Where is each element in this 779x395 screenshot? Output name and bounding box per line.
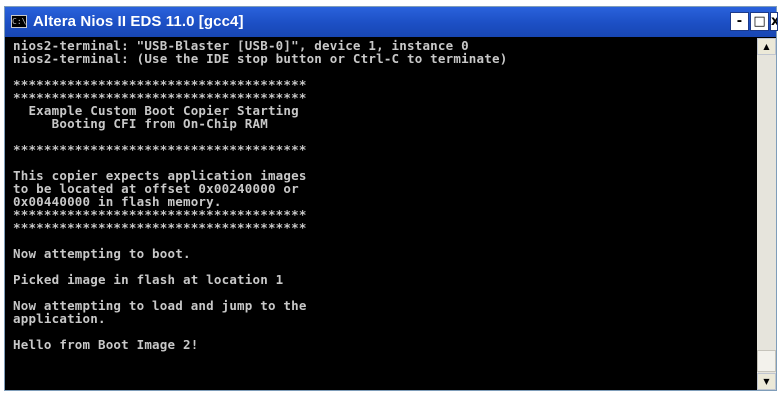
close-icon: x bbox=[771, 14, 777, 29]
console-line: nios2-terminal: (Use the IDE stop button… bbox=[13, 51, 508, 66]
scroll-thumb[interactable] bbox=[757, 350, 776, 372]
scroll-down-button[interactable]: ▼ bbox=[757, 373, 776, 390]
console-line: Booting CFI from On-Chip RAM bbox=[13, 116, 268, 131]
console-line: Now attempting to boot. bbox=[13, 246, 191, 261]
console-line: ************************************** bbox=[13, 220, 307, 235]
console-app-icon[interactable]: C:\ bbox=[11, 15, 27, 28]
scroll-up-button[interactable]: ▲ bbox=[757, 38, 776, 55]
maximize-button[interactable]: □ bbox=[750, 12, 769, 31]
console-line: Hello from Boot Image 2! bbox=[13, 337, 199, 352]
arrow-down-icon: ▼ bbox=[763, 377, 770, 386]
vertical-scrollbar[interactable]: ▲ ▼ bbox=[757, 38, 776, 390]
console-output[interactable]: nios2-terminal: "USB-Blaster [USB-0]", d… bbox=[7, 38, 755, 390]
console-line: ************************************** bbox=[13, 142, 307, 157]
console-lines: nios2-terminal: "USB-Blaster [USB-0]", d… bbox=[13, 39, 507, 351]
minimize-button[interactable]: - bbox=[730, 12, 749, 31]
close-button[interactable]: x bbox=[770, 12, 778, 31]
terminal-window: C:\ Altera Nios II EDS 11.0 [gcc4] - □ x… bbox=[4, 6, 778, 391]
title-bar[interactable]: C:\ Altera Nios II EDS 11.0 [gcc4] - □ x bbox=[5, 7, 778, 37]
window-title: Altera Nios II EDS 11.0 [gcc4] bbox=[33, 13, 244, 30]
arrow-up-icon: ▲ bbox=[763, 42, 770, 51]
console-line: Picked image in flash at location 1 bbox=[13, 272, 284, 287]
console-line: application. bbox=[13, 311, 106, 326]
